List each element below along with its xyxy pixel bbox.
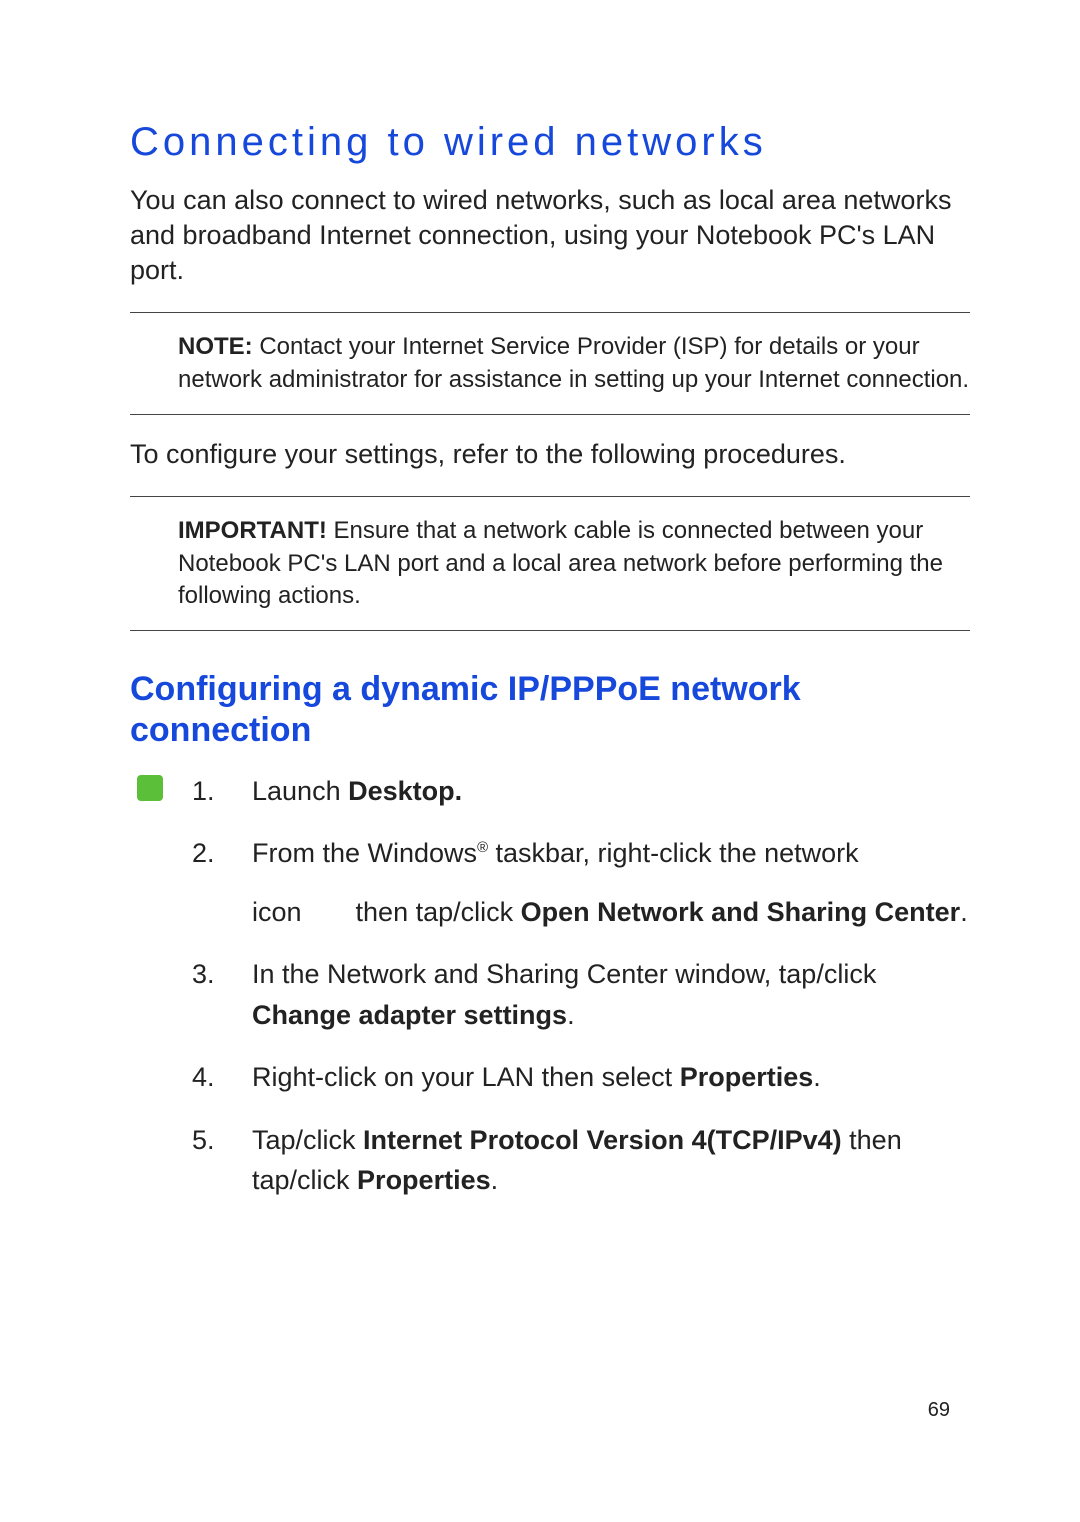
configure-line: To configure your settings, refer to the…	[130, 437, 970, 472]
step-4-bold: Properties	[680, 1062, 814, 1092]
note-text: Contact your Internet Service Provider (…	[178, 333, 969, 392]
subsection-title: Configuring a dynamic IP/PPPoE network c…	[130, 669, 970, 751]
note-label: NOTE:	[178, 333, 253, 360]
step-4: Right-click on your LAN then select Prop…	[192, 1057, 970, 1098]
step-1-bold: Desktop.	[348, 776, 462, 806]
step-5-text-a: Tap/click	[252, 1125, 363, 1155]
step-3-period: .	[567, 1000, 575, 1030]
section-title: Connecting to wired networks	[130, 120, 970, 165]
steps-list: Launch Desktop. From the Windows® taskba…	[170, 771, 970, 1223]
intro-paragraph: You can also connect to wired networks, …	[130, 183, 970, 288]
step-3-bold: Change adapter settings	[252, 1000, 567, 1030]
note-block: NOTE: Contact your Internet Service Prov…	[130, 312, 970, 415]
step-2-text-b: taskbar, right-click the network	[488, 838, 859, 868]
desktop-tile-icon	[130, 771, 170, 801]
page-number: 69	[928, 1399, 950, 1422]
important-block: IMPORTANT! Ensure that a network cable i…	[130, 496, 970, 631]
step-2-icon-word: icon	[252, 897, 302, 927]
steps-container: Launch Desktop. From the Windows® taskba…	[130, 771, 970, 1223]
step-1: Launch Desktop.	[192, 771, 970, 812]
important-label: IMPORTANT!	[178, 517, 327, 544]
step-3: In the Network and Sharing Center window…	[192, 954, 970, 1035]
manual-page: Connecting to wired networks You can als…	[0, 0, 1080, 1522]
step-1-text: Launch	[252, 776, 348, 806]
step-2-text-a: From the Windows	[252, 838, 477, 868]
step-2-period: .	[960, 897, 968, 927]
step-5: Tap/click Internet Protocol Version 4(TC…	[192, 1120, 970, 1201]
step-2-registered: ®	[477, 840, 488, 856]
step-2: From the Windows® taskbar, right-click t…	[192, 833, 970, 932]
step-5-bold-b: Properties	[357, 1165, 491, 1195]
step-2-bold: Open Network and Sharing Center	[521, 897, 961, 927]
step-2-text-d: then tap/click	[356, 897, 521, 927]
step-4-text: Right-click on your LAN then select	[252, 1062, 680, 1092]
step-4-period: .	[813, 1062, 821, 1092]
step-5-period: .	[491, 1165, 499, 1195]
step-5-bold-a: Internet Protocol Version 4(TCP/IPv4)	[363, 1125, 842, 1155]
step-3-text: In the Network and Sharing Center window…	[252, 959, 876, 989]
